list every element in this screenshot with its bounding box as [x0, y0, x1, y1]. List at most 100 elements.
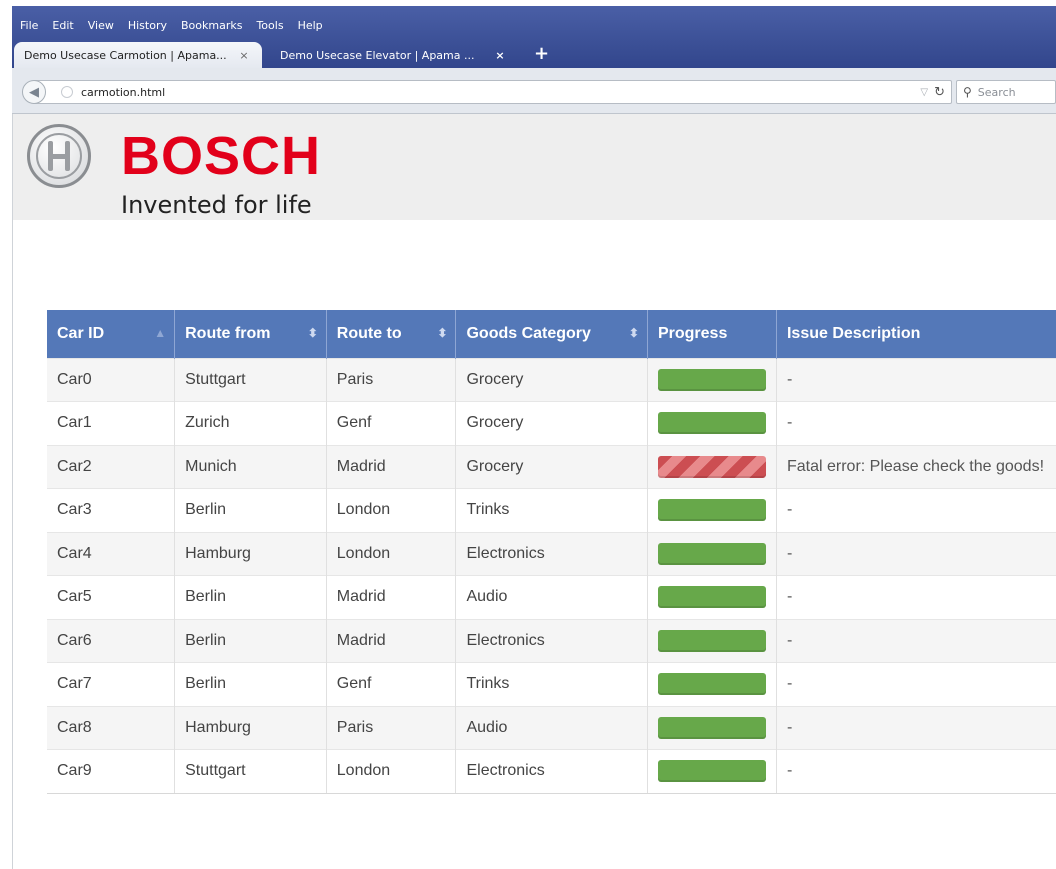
- progress-bar-error: [657, 455, 766, 478]
- issue-description-cell: -: [776, 401, 1056, 445]
- issue-description-cell: Fatal error: Please check the goods!: [776, 444, 1056, 489]
- progress-cell: [647, 531, 777, 576]
- issue-description-cell: -: [776, 488, 1056, 532]
- progress-cell: [647, 357, 777, 402]
- route-to-cell: Genf: [326, 662, 457, 706]
- new-tab-button[interactable]: +: [534, 44, 549, 64]
- car-id-cell: Car4: [47, 531, 176, 576]
- header-label: Route from: [185, 324, 271, 342]
- goods-category-cell: Audio: [455, 575, 648, 619]
- route-to-cell: Genf: [326, 401, 457, 445]
- issue-description-cell: -: [776, 531, 1056, 576]
- progress-cell: [647, 488, 777, 532]
- table-row[interactable]: Car5 Berlin Madrid Audio -: [47, 575, 1056, 619]
- issue-description-cell: -: [776, 618, 1056, 663]
- table-row[interactable]: Car1 Zurich Genf Grocery -: [47, 401, 1056, 445]
- search-input[interactable]: ⚲ Search: [956, 80, 1056, 104]
- progress-bar: [657, 499, 766, 522]
- sort-icon: ▲: [154, 326, 167, 340]
- tab-strip: Demo Usecase Carmotion | Apama... × Demo…: [12, 38, 1056, 68]
- goods-category-cell: Grocery: [455, 401, 648, 445]
- header-label: Issue Description: [786, 324, 921, 342]
- progress-cell: [647, 401, 777, 445]
- table-row[interactable]: Car8 Hamburg Paris Audio -: [47, 705, 1056, 750]
- carmotion-table-container: Car ID ▲ Route from ⬍ Route to ⬍ Goods C…: [47, 310, 1056, 794]
- menu-bar: File Edit View History Bookmarks Tools H…: [12, 16, 1056, 34]
- route-from-cell: Berlin: [174, 488, 327, 532]
- sort-icon: ⬍: [628, 326, 639, 340]
- brand-wordmark: BOSCH: [121, 126, 322, 186]
- issue-description-cell: -: [776, 705, 1056, 750]
- progress-cell: [647, 705, 777, 750]
- table-row[interactable]: Car0 Stuttgart Paris Grocery -: [47, 357, 1056, 402]
- tab-elevator[interactable]: Demo Usecase Elevator | Apama ... ×: [270, 42, 518, 68]
- header-band: BOSCH Invented for life: [13, 114, 1056, 220]
- reload-icon[interactable]: ↻: [934, 84, 945, 100]
- column-header-route-to[interactable]: Route to ⬍: [326, 310, 457, 358]
- route-to-cell: London: [326, 531, 457, 576]
- table-row[interactable]: Car7 Berlin Genf Trinks -: [47, 662, 1056, 706]
- menu-history[interactable]: History: [128, 19, 167, 32]
- column-header-car-id[interactable]: Car ID ▲: [47, 310, 176, 358]
- column-header-goods-category[interactable]: Goods Category ⬍: [455, 310, 648, 358]
- header-label: Progress: [657, 324, 728, 342]
- car-id-cell: Car5: [47, 575, 176, 619]
- table-row[interactable]: Car9 Stuttgart London Electronics -: [47, 749, 1056, 794]
- goods-category-cell: Electronics: [455, 618, 648, 663]
- progress-bar: [657, 716, 766, 739]
- table-row[interactable]: Car2 Munich Madrid Grocery Fatal error: Plea…: [47, 444, 1056, 489]
- menu-help[interactable]: Help: [298, 19, 323, 32]
- progress-bar: [657, 586, 766, 609]
- page-content: BOSCH Invented for life Car ID ▲ Route f…: [12, 114, 1056, 869]
- car-id-cell: Car8: [47, 705, 176, 750]
- car-id-cell: Car2: [47, 444, 176, 489]
- goods-category-cell: Trinks: [455, 488, 648, 532]
- route-from-cell: Hamburg: [174, 705, 327, 750]
- progress-cell: [647, 575, 777, 619]
- close-icon[interactable]: ×: [492, 49, 508, 62]
- goods-category-cell: Grocery: [455, 357, 648, 402]
- menu-file[interactable]: File: [20, 19, 38, 32]
- table-row[interactable]: Car4 Hamburg London Electronics -: [47, 531, 1056, 576]
- menu-bookmarks[interactable]: Bookmarks: [181, 19, 242, 32]
- tab-title: Demo Usecase Elevator | Apama ...: [280, 48, 475, 62]
- address-bar[interactable]: carmotion.html ▽ ↻: [34, 80, 952, 104]
- bosch-logo-icon: [27, 124, 91, 188]
- menu-edit[interactable]: Edit: [52, 19, 73, 32]
- goods-category-cell: Audio: [455, 705, 648, 750]
- search-placeholder: Search: [977, 85, 1016, 99]
- search-icon: ⚲: [963, 85, 972, 99]
- car-id-cell: Car9: [47, 749, 176, 794]
- goods-category-cell: Electronics: [455, 531, 648, 576]
- tab-title: Demo Usecase Carmotion | Apama...: [24, 48, 227, 62]
- table-row[interactable]: Car6 Berlin Madrid Electronics -: [47, 618, 1056, 663]
- carmotion-table: Car ID ▲ Route from ⬍ Route to ⬍ Goods C…: [47, 310, 1056, 794]
- route-to-cell: Madrid: [326, 444, 457, 489]
- tab-carmotion[interactable]: Demo Usecase Carmotion | Apama... ×: [14, 42, 262, 68]
- progress-bar: [657, 629, 766, 652]
- car-id-cell: Car0: [47, 357, 176, 402]
- dropdown-arrow-icon[interactable]: ▽: [920, 87, 928, 98]
- route-from-cell: Zurich: [174, 401, 327, 445]
- url-text[interactable]: carmotion.html: [81, 86, 920, 99]
- progress-bar: [657, 542, 766, 565]
- back-button[interactable]: ◀: [22, 80, 46, 104]
- brand-tagline: Invented for life: [121, 191, 312, 219]
- close-icon[interactable]: ×: [236, 49, 252, 62]
- route-from-cell: Berlin: [174, 662, 327, 706]
- car-id-cell: Car6: [47, 618, 176, 663]
- route-to-cell: Madrid: [326, 618, 457, 663]
- route-from-cell: Munich: [174, 444, 327, 489]
- menu-view[interactable]: View: [88, 19, 114, 32]
- header-label: Car ID: [57, 324, 105, 342]
- route-from-cell: Berlin: [174, 618, 327, 663]
- route-to-cell: London: [326, 488, 457, 532]
- progress-bar: [657, 368, 766, 391]
- sort-icon: ⬍: [307, 326, 318, 340]
- menu-tools[interactable]: Tools: [256, 19, 283, 32]
- table-row[interactable]: Car3 Berlin London Trinks -: [47, 488, 1056, 532]
- column-header-route-from[interactable]: Route from ⬍: [174, 310, 327, 358]
- globe-icon: [61, 86, 73, 98]
- column-header-issue-description: Issue Description: [776, 310, 1056, 358]
- issue-description-cell: -: [776, 575, 1056, 619]
